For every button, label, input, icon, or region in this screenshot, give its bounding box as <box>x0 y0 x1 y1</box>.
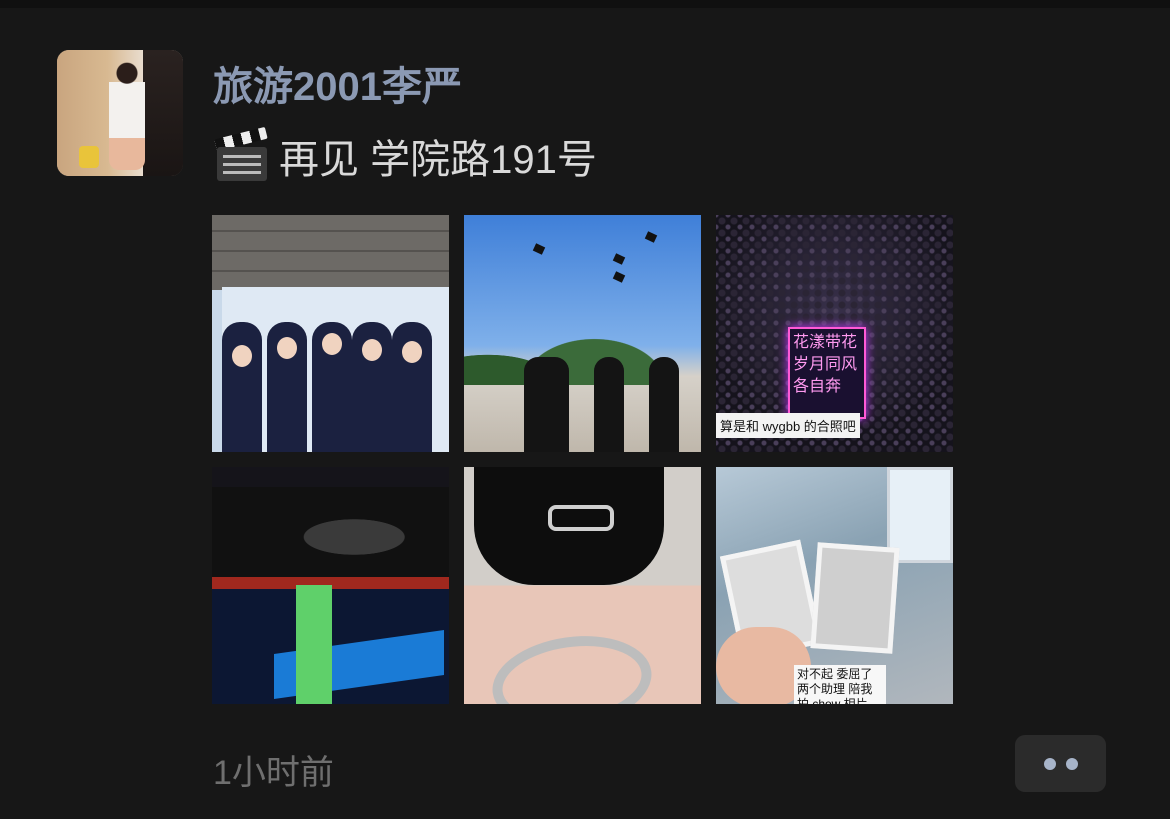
graduation-cap-icon <box>612 271 626 283</box>
more-options-button[interactable] <box>1015 735 1106 792</box>
photo-1[interactable] <box>212 215 449 452</box>
stage <box>212 487 449 587</box>
graduation-cap-icon <box>612 253 626 265</box>
avatar-person <box>109 60 145 170</box>
avatar-foreground <box>143 50 183 176</box>
ring-on-finger <box>486 626 658 704</box>
light-sign: 花漾带花 岁月同风 各自奔 <box>788 327 866 419</box>
stairs-background <box>212 215 449 290</box>
photo-5[interactable] <box>464 467 701 704</box>
photo-3[interactable]: 花漾带花 岁月同风 各自奔 算是和 wygbb 的合照吧 <box>716 215 953 452</box>
user-avatar[interactable] <box>57 50 183 176</box>
photo-caption: 对不起 委屈了两个助理 陪我拍 chow 相片 <box>794 665 886 704</box>
post-content: 再见 学院路191号 <box>213 126 597 185</box>
post-text: 再见 学院路191号 <box>279 138 597 182</box>
graduate-figure <box>222 322 262 452</box>
graduate-silhouette <box>649 357 679 452</box>
polaroid-card <box>810 542 900 654</box>
photo-caption: 算是和 wygbb 的合照吧 <box>716 413 860 438</box>
photo-grid: 花漾带花 岁月同风 各自奔 算是和 wygbb 的合照吧 对不起 委屈了两个助理… <box>212 215 953 704</box>
photo-6[interactable]: 对不起 委屈了两个助理 陪我拍 chow 相片 <box>716 467 953 704</box>
ellipsis-icon <box>1065 757 1078 770</box>
post-username[interactable]: 旅游2001李严 <box>213 54 462 112</box>
ellipsis-icon <box>1043 757 1056 770</box>
graduate-face <box>402 341 422 363</box>
post-timestamp: 1小时前 <box>213 754 334 792</box>
graduate-face <box>232 345 252 367</box>
avatar-toy <box>79 146 99 168</box>
graduation-cap-icon <box>532 243 546 255</box>
clapper-board-icon <box>213 126 271 183</box>
graduation-cap-icon <box>644 231 658 243</box>
graduate-silhouette <box>594 357 624 452</box>
graduate-face <box>277 337 297 359</box>
top-divider <box>0 0 1170 8</box>
graduate-silhouette <box>524 357 569 452</box>
green-light-stick <box>296 585 332 704</box>
photo-4[interactable] <box>212 467 449 704</box>
ring-in-box <box>548 505 614 531</box>
graduate-face <box>322 333 342 355</box>
graduate-face <box>362 339 382 361</box>
photo-2[interactable] <box>464 215 701 452</box>
clapper-board <box>217 147 267 181</box>
